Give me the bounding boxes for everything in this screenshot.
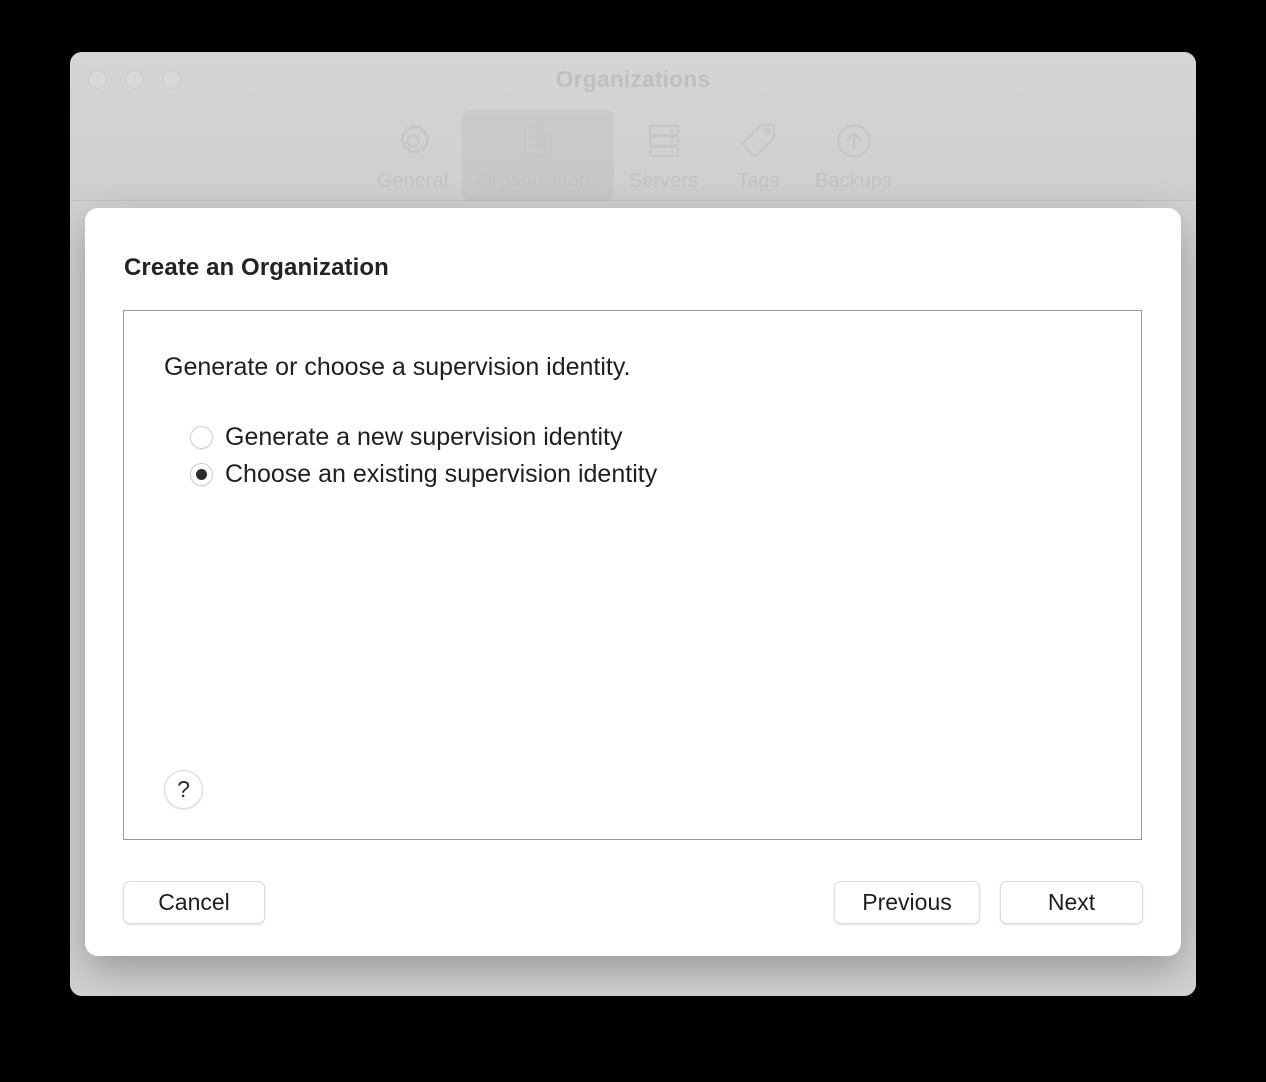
- help-button[interactable]: ?: [164, 770, 203, 809]
- radio-icon-selected[interactable]: [190, 463, 213, 486]
- window-titlebar: Organizations General Organizations Serv…: [70, 52, 1196, 201]
- upload-circle-icon: [831, 118, 877, 164]
- radio-label-choose-existing: Choose an existing supervision identity: [225, 460, 658, 488]
- preferences-toolbar: General Organizations Servers Tags Backu…: [70, 110, 1196, 201]
- radio-label-generate-new: Generate a new supervision identity: [225, 423, 623, 451]
- toolbar-label-tags: Tags: [737, 170, 780, 192]
- toolbar-label-backups: Backups: [815, 170, 892, 192]
- radio-icon-unselected[interactable]: [190, 426, 213, 449]
- cancel-button[interactable]: Cancel: [123, 880, 265, 924]
- server-rack-icon: [641, 118, 687, 164]
- toolbar-item-backups[interactable]: Backups: [808, 110, 899, 201]
- gear-icon: [390, 118, 436, 164]
- supervision-identity-radio-group: Generate a new supervision identity Choo…: [190, 423, 657, 489]
- toolbar-label-general: General: [376, 170, 449, 192]
- wizard-prompt: Generate or choose a supervision identit…: [164, 353, 631, 381]
- previous-button[interactable]: Previous: [834, 880, 980, 924]
- create-organization-sheet: Create an Organization Generate or choos…: [85, 208, 1181, 956]
- radio-option-choose-existing[interactable]: Choose an existing supervision identity: [190, 460, 657, 489]
- toolbar-item-general[interactable]: General: [367, 110, 458, 201]
- next-button[interactable]: Next: [1000, 880, 1143, 924]
- window-title: Organizations: [555, 66, 711, 92]
- tag-icon: [736, 118, 782, 164]
- toolbar-item-organizations[interactable]: Organizations: [462, 110, 614, 201]
- toolbar-label-organizations: Organizations: [476, 170, 600, 192]
- sheet-title: Create an Organization: [124, 254, 389, 281]
- wizard-content-box: Generate or choose a supervision identit…: [123, 310, 1142, 840]
- toolbar-item-tags[interactable]: Tags: [713, 110, 804, 201]
- toolbar-item-servers[interactable]: Servers: [618, 110, 709, 201]
- building-icon: [515, 118, 561, 164]
- radio-option-generate-new[interactable]: Generate a new supervision identity: [190, 423, 657, 452]
- sheet-button-bar: Cancel Previous Next: [123, 880, 1143, 924]
- toolbar-label-servers: Servers: [629, 170, 698, 192]
